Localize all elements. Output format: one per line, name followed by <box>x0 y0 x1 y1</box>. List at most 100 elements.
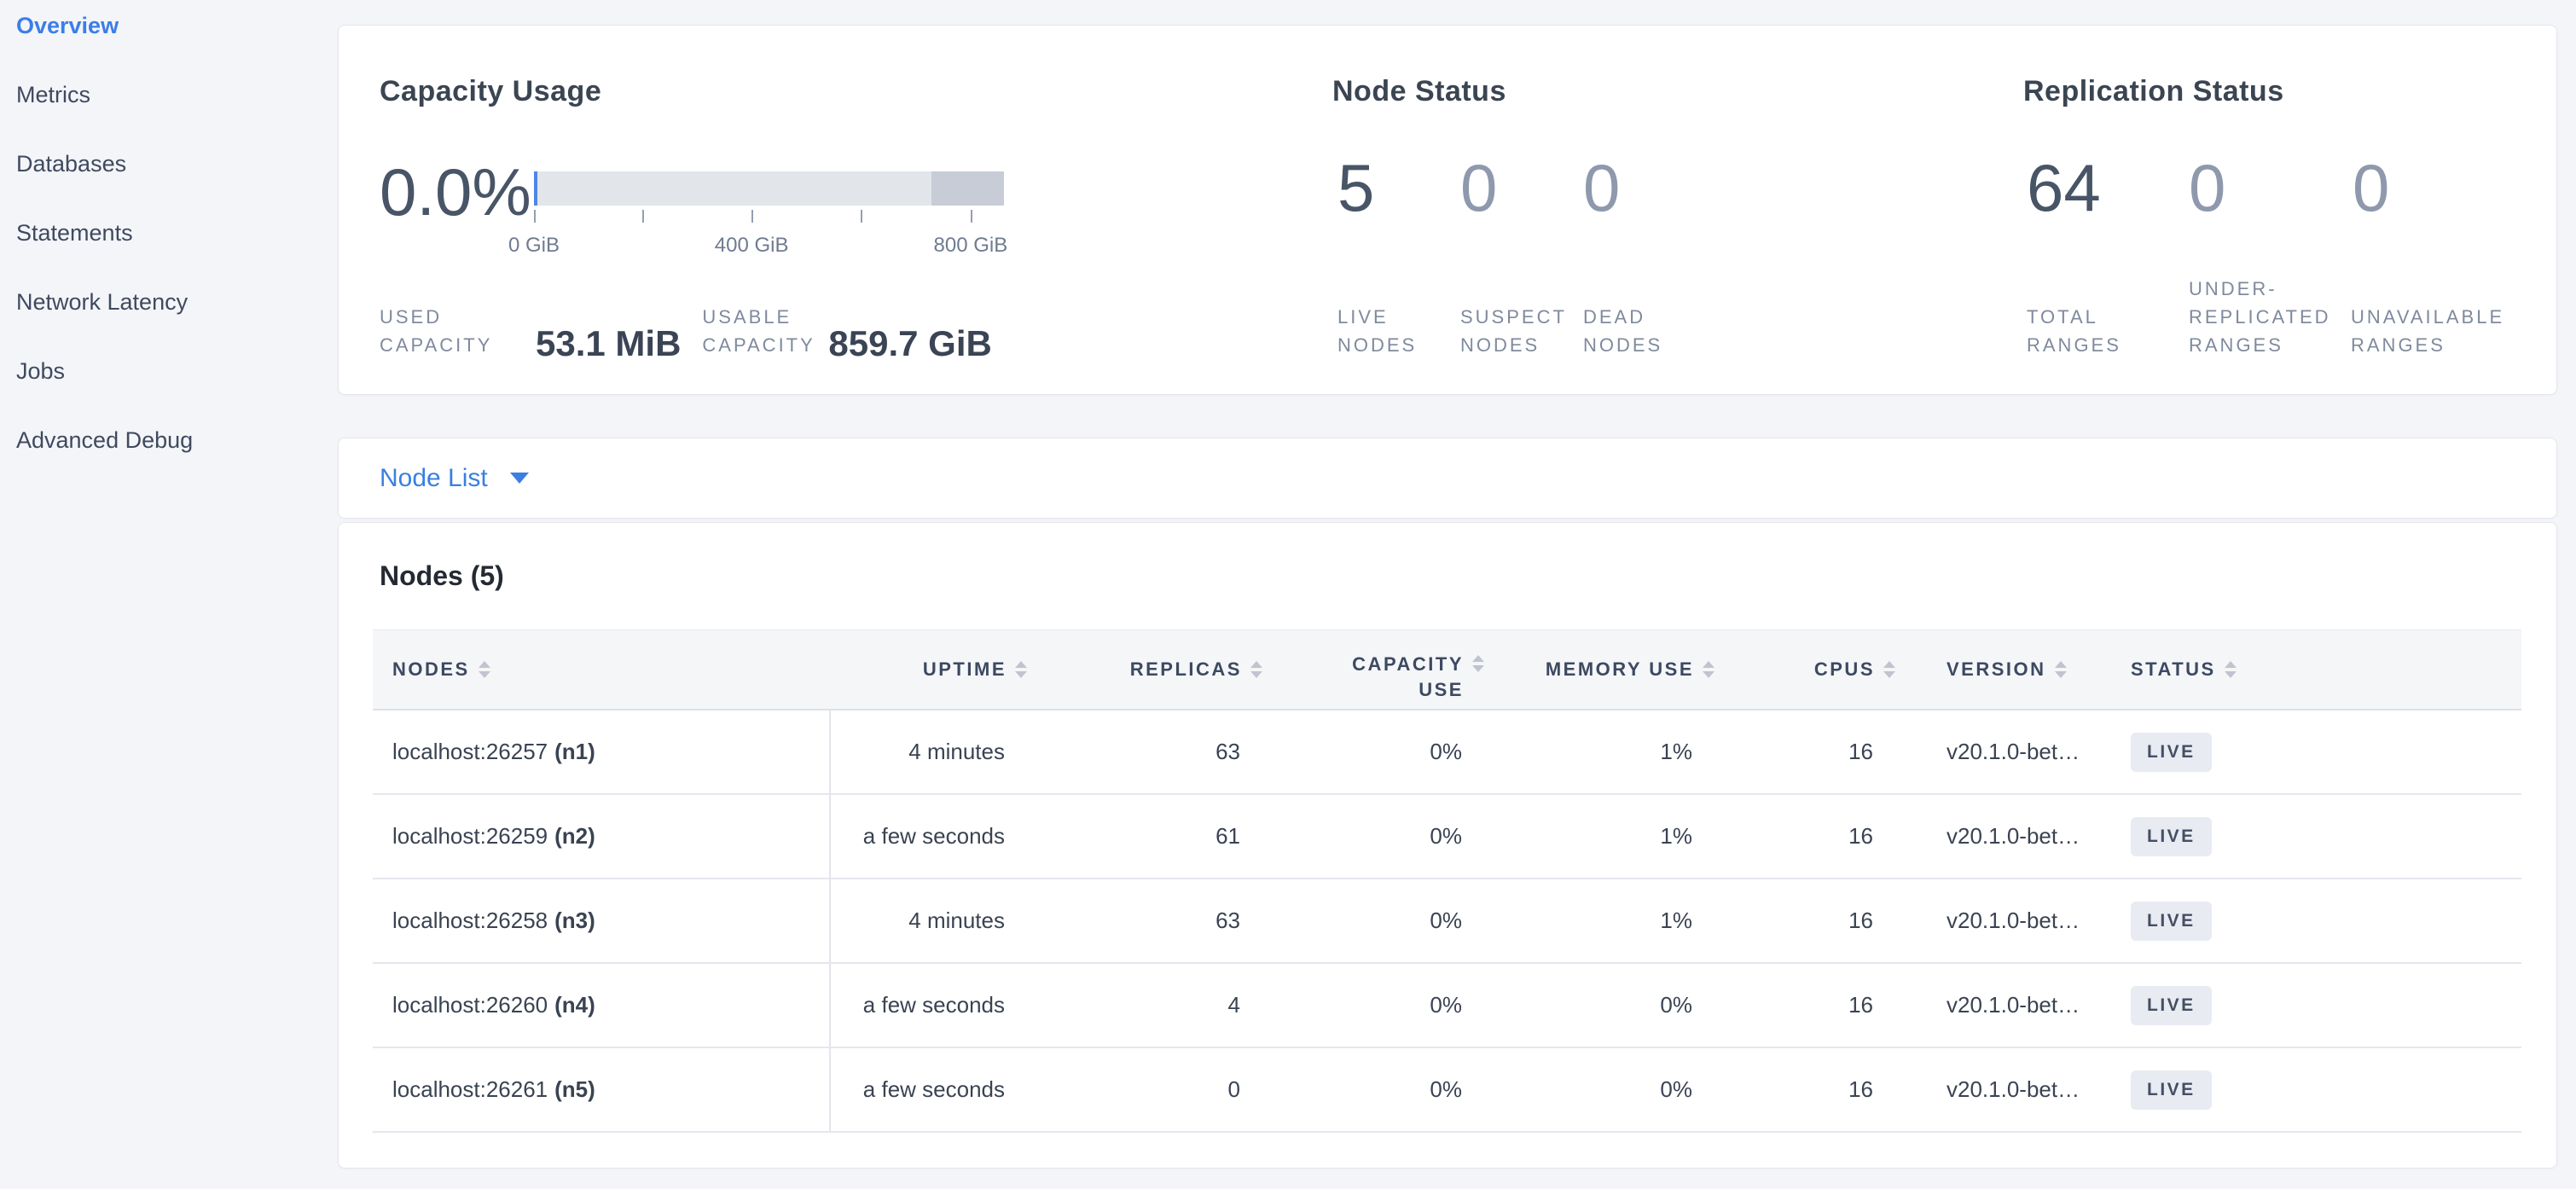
used-capacity-label: USED CAPACITY <box>380 303 516 359</box>
sidebar-item-statements[interactable]: Statements <box>0 199 338 268</box>
table-header-row: NODES UPTIME REPLICAS CAPACITY USE <box>373 629 2521 710</box>
status-cell: LIVE <box>2107 795 2521 878</box>
axis-tick <box>534 210 536 223</box>
column-header-nodes[interactable]: NODES <box>373 658 831 681</box>
status-badge: LIVE <box>2131 902 2212 941</box>
capacity-axis: 0 GiB 400 GiB 800 GiB <box>534 210 1004 278</box>
column-header-version[interactable]: VERSION <box>1900 658 2107 681</box>
unavailable-ranges-count: 0 <box>2353 154 2389 223</box>
table-row: localhost:26259 (n2) a few seconds 61 0%… <box>373 795 2521 879</box>
nodes-card: Nodes (5) NODES UPTIME REPLICAS <box>338 522 2557 1169</box>
replication-labels: TOTAL RANGES UNDER-REPLICATED RANGES UNA… <box>2027 270 2530 359</box>
column-header-capacity-use[interactable]: CAPACITY USE <box>1268 637 1489 703</box>
usable-capacity-label: USABLE CAPACITY <box>702 303 821 359</box>
column-header-cpus[interactable]: CPUS <box>1720 658 1900 681</box>
nodes-table: NODES UPTIME REPLICAS CAPACITY USE <box>373 629 2521 1133</box>
column-header-replicas[interactable]: REPLICAS <box>1032 658 1268 681</box>
suspect-nodes-label: SUSPECT NODES <box>1460 303 1573 359</box>
status-cell: LIVE <box>2107 964 2521 1047</box>
column-header-status[interactable]: STATUS <box>2107 658 2521 681</box>
node-address-cell[interactable]: localhost:26259 (n2) <box>373 795 831 878</box>
sidebar-item-network-latency[interactable]: Network Latency <box>0 268 338 337</box>
node-status-title: Node Status <box>1332 74 1506 109</box>
table-row: localhost:26260 (n4) a few seconds 4 0% … <box>373 964 2521 1048</box>
sort-arrows-icon[interactable] <box>479 661 490 678</box>
node-status-numbers: 5 0 0 <box>1337 154 1706 223</box>
node-id: (n4) <box>554 992 595 1018</box>
sort-arrows-icon[interactable] <box>2055 661 2067 678</box>
replicas-cell: 0 <box>1032 1048 1268 1131</box>
node-id: (n1) <box>554 739 595 765</box>
column-header-uptime[interactable]: UPTIME <box>831 658 1032 681</box>
sidebar-item-advanced-debug[interactable]: Advanced Debug <box>0 406 338 475</box>
used-capacity-marker <box>534 171 537 206</box>
sort-arrows-icon[interactable] <box>1015 661 1027 678</box>
axis-label-0: 0 GiB <box>508 234 560 258</box>
replication-numbers: 64 0 0 <box>2027 154 2389 223</box>
sidebar-item-metrics[interactable]: Metrics <box>0 61 338 130</box>
version-cell: v20.1.0-bet… <box>1900 879 2107 962</box>
axis-tick <box>751 210 753 223</box>
caret-down-icon[interactable] <box>510 473 529 484</box>
table-row: localhost:26258 (n3) 4 minutes 63 0% 1% … <box>373 879 2521 964</box>
node-id: (n5) <box>554 1076 595 1103</box>
capacity-used-percent: 0.0% <box>380 158 531 228</box>
capacity-use-cell: 0% <box>1268 1048 1489 1131</box>
uptime-cell: a few seconds <box>831 795 1032 878</box>
node-list-dropdown[interactable]: Node List <box>380 464 488 493</box>
capacity-bar-reserved-segment <box>931 171 1004 206</box>
status-cell: LIVE <box>2107 879 2521 962</box>
sidebar-item-databases[interactable]: Databases <box>0 130 338 199</box>
node-address-cell[interactable]: localhost:26258 (n3) <box>373 879 831 962</box>
main-content: Capacity Usage 0.0% 0 GiB 400 GiB 800 Gi… <box>338 0 2557 1189</box>
uptime-cell: 4 minutes <box>831 879 1032 962</box>
table-row: localhost:26257 (n1) 4 minutes 63 0% 1% … <box>373 710 2521 795</box>
sidebar-item-jobs[interactable]: Jobs <box>0 337 338 406</box>
node-address-cell[interactable]: localhost:26257 (n1) <box>373 710 831 793</box>
sidebar-item-overview[interactable]: Overview <box>0 0 338 61</box>
axis-tick <box>971 210 972 223</box>
usable-capacity-value: 859.7 GiB <box>828 323 991 364</box>
sidebar: Overview Metrics Databases Statements Ne… <box>0 0 338 1189</box>
capacity-use-cell: 0% <box>1268 710 1489 793</box>
sort-arrows-icon[interactable] <box>1250 661 1262 678</box>
dead-nodes-label: DEAD NODES <box>1583 303 1696 359</box>
capacity-bar <box>534 171 1004 206</box>
table-row: localhost:26261 (n5) a few seconds 0 0% … <box>373 1048 2521 1133</box>
capacity-use-cell: 0% <box>1268 964 1489 1047</box>
sort-arrows-icon[interactable] <box>1472 655 1484 672</box>
axis-tick <box>642 210 644 223</box>
capacity-usage-title: Capacity Usage <box>380 74 601 109</box>
memory-use-cell: 1% <box>1489 710 1720 793</box>
sort-arrows-icon[interactable] <box>1883 661 1895 678</box>
axis-label-400: 400 GiB <box>715 234 789 258</box>
column-header-memory-use[interactable]: MEMORY USE <box>1489 658 1720 681</box>
used-capacity-value: 53.1 MiB <box>536 323 681 364</box>
memory-use-cell: 1% <box>1489 879 1720 962</box>
total-ranges-count: 64 <box>2027 154 2189 223</box>
status-badge: LIVE <box>2131 817 2212 856</box>
node-address-cell[interactable]: localhost:26260 (n4) <box>373 964 831 1047</box>
status-cell: LIVE <box>2107 1048 2521 1131</box>
uptime-cell: a few seconds <box>831 1048 1032 1131</box>
axis-label-800: 800 GiB <box>934 234 1008 258</box>
sort-arrows-icon[interactable] <box>1703 661 1714 678</box>
node-address-cell[interactable]: localhost:26261 (n5) <box>373 1048 831 1131</box>
node-status-labels: LIVE NODES SUSPECT NODES DEAD NODES <box>1337 270 1696 359</box>
version-cell: v20.1.0-bet… <box>1900 710 2107 793</box>
nodes-table-title: Nodes (5) <box>380 560 504 592</box>
cpus-cell: 16 <box>1720 879 1900 962</box>
total-ranges-label: TOTAL RANGES <box>2027 303 2138 359</box>
replication-status-title: Replication Status <box>2023 74 2284 109</box>
uptime-cell: 4 minutes <box>831 710 1032 793</box>
memory-use-cell: 1% <box>1489 795 1720 878</box>
memory-use-cell: 0% <box>1489 964 1720 1047</box>
memory-use-cell: 0% <box>1489 1048 1720 1131</box>
capacity-stats: USED CAPACITY 53.1 MiB USABLE CAPACITY 8… <box>380 270 992 359</box>
sort-arrows-icon[interactable] <box>2225 661 2237 678</box>
dead-nodes-count: 0 <box>1583 154 1706 223</box>
under-replicated-ranges-count: 0 <box>2189 154 2353 223</box>
cpus-cell: 16 <box>1720 964 1900 1047</box>
replicas-cell: 4 <box>1032 964 1268 1047</box>
live-nodes-count: 5 <box>1337 154 1460 223</box>
